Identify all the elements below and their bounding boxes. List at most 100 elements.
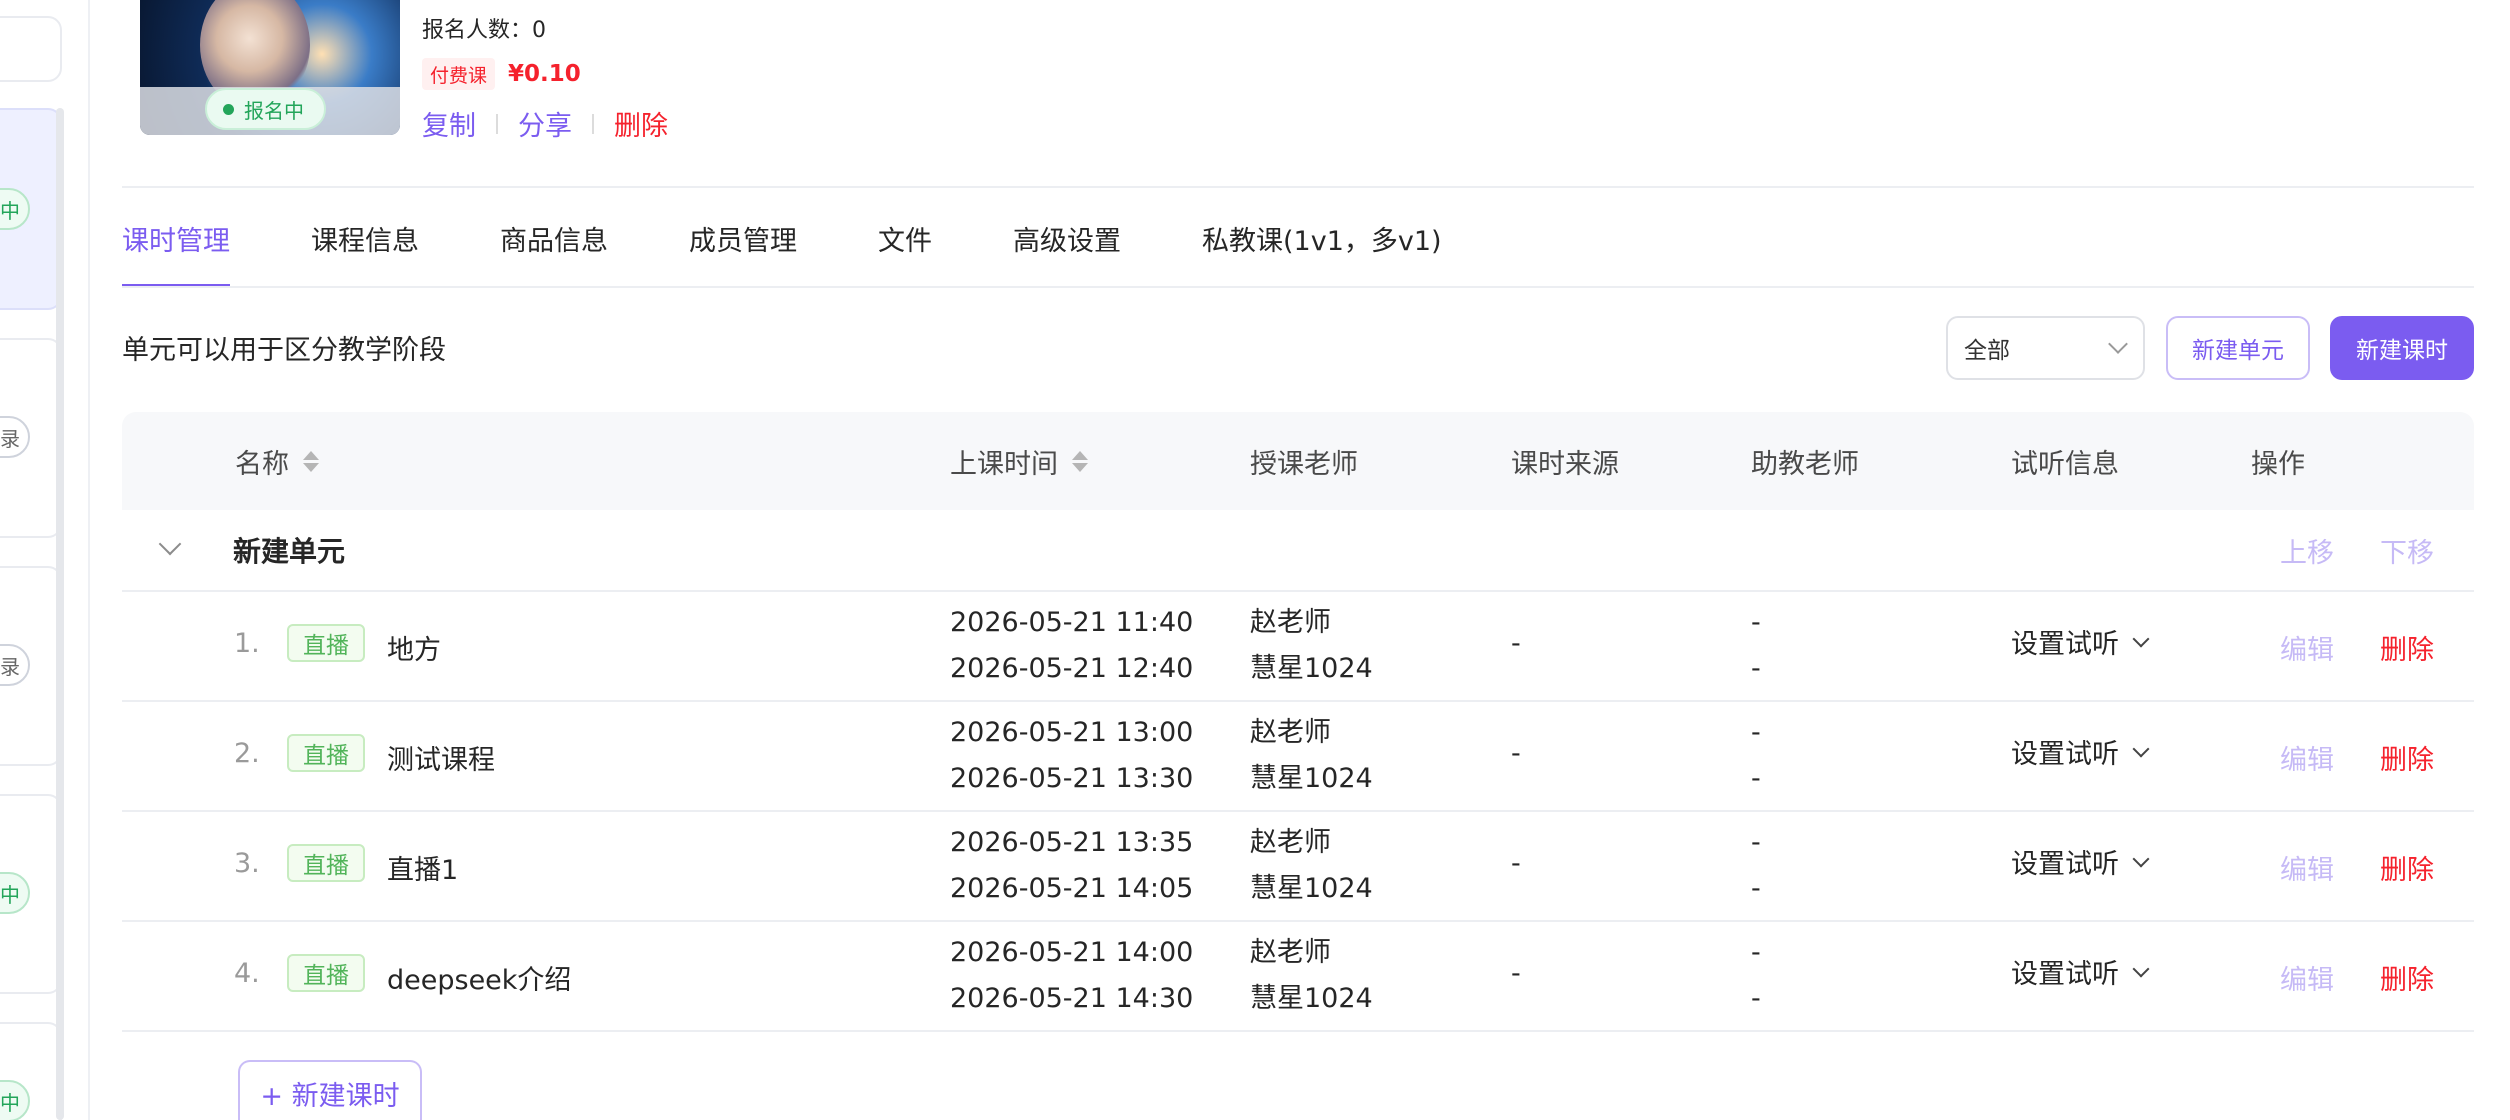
lesson-title[interactable]: 直播1 xyxy=(387,848,458,887)
course-list-sidebar: 中 录 录 中 中 xyxy=(0,0,90,1120)
start-time: 2026-05-21 13:35 xyxy=(950,827,1194,858)
lesson-teachers: 赵老师 慧星1024 xyxy=(1250,930,1373,1022)
divider xyxy=(122,286,2474,288)
row-index: 1. xyxy=(234,628,260,659)
move-up-button[interactable]: 上移 xyxy=(2280,531,2334,570)
end-time: 2026-05-21 14:30 xyxy=(950,983,1194,1014)
row-index: 4. xyxy=(234,958,260,989)
set-trial-label: 设置试听 xyxy=(2011,849,2119,880)
lesson-assistants: - - xyxy=(1751,600,1761,692)
set-trial-label: 设置试听 xyxy=(2011,959,2119,990)
start-time: 2026-05-21 13:00 xyxy=(950,717,1194,748)
unit-description: 单元可以用于区分教学阶段 xyxy=(122,335,446,366)
set-trial-label: 设置试听 xyxy=(2011,629,2119,660)
sort-icon[interactable] xyxy=(1072,450,1088,472)
lesson-time: 2026-05-21 11:40 2026-05-21 12:40 xyxy=(950,600,1193,692)
lesson-source: - xyxy=(1511,848,1521,879)
table-row: 4. 直播 deepseek介绍 2026-05-21 14:00 2026-0… xyxy=(122,922,2474,1032)
delete-button[interactable]: 删除 xyxy=(2380,958,2434,997)
header-assistant: 助教老师 xyxy=(1751,448,1859,480)
add-lesson-button[interactable]: + 新建课时 xyxy=(238,1060,422,1120)
table-header: 名称 上课时间 授课老师 课时来源 助教老师 试听信息 操作 xyxy=(122,412,2474,510)
unit-row xyxy=(122,510,2474,592)
lesson-time: 2026-05-21 13:00 2026-05-21 13:30 xyxy=(950,710,1193,802)
edit-button[interactable]: 编辑 xyxy=(2280,738,2334,777)
teacher-name: 慧星1024 xyxy=(1250,873,1373,904)
header-name[interactable]: 名称 xyxy=(235,412,319,510)
sidebar-scrollbar[interactable] xyxy=(56,108,64,1120)
tab-private-lessons[interactable]: 私教课(1v1，多v1) xyxy=(1202,188,1442,288)
set-trial-dropdown[interactable]: 设置试听 xyxy=(2011,732,2150,771)
chevron-down-icon xyxy=(2132,850,2150,867)
delete-button[interactable]: 删除 xyxy=(2380,738,2434,777)
move-down-button[interactable]: 下移 xyxy=(2380,531,2434,570)
teacher-name: 慧星1024 xyxy=(1250,763,1373,794)
assistant-name: - xyxy=(1751,873,1761,904)
delete-course-link[interactable]: 删除 xyxy=(614,104,668,143)
course-price: ¥0.10 xyxy=(508,61,581,87)
header-ops: 操作 xyxy=(2251,448,2305,480)
chevron-down-icon xyxy=(2132,630,2150,647)
chevron-down-icon xyxy=(2108,334,2128,354)
assistant-name: - xyxy=(1751,983,1761,1014)
divider xyxy=(496,113,498,134)
lesson-title[interactable]: 测试课程 xyxy=(387,738,495,777)
tab-files[interactable]: 文件 xyxy=(878,188,932,288)
teacher-name: 赵老师 xyxy=(1250,937,1331,968)
copy-link[interactable]: 复制 xyxy=(422,104,476,143)
lesson-title[interactable]: 地方 xyxy=(387,628,441,667)
course-tabs: 课时管理 课程信息 商品信息 成员管理 文件 高级设置 私教课(1v1，多v1) xyxy=(122,188,1523,288)
row-index: 2. xyxy=(234,738,260,769)
share-link[interactable]: 分享 xyxy=(518,104,572,143)
new-lesson-button[interactable]: 新建课时 xyxy=(2330,316,2474,380)
lesson-teachers: 赵老师 慧星1024 xyxy=(1250,820,1373,912)
lesson-assistants: - - xyxy=(1751,930,1761,1022)
assistant-name: - xyxy=(1751,827,1761,858)
teacher-name: 慧星1024 xyxy=(1250,653,1373,684)
lesson-time: 2026-05-21 13:35 2026-05-21 14:05 xyxy=(950,820,1193,912)
teacher-name: 赵老师 xyxy=(1250,607,1331,638)
tab-advanced-settings[interactable]: 高级设置 xyxy=(1013,188,1121,288)
table-row: 1. 直播 地方 2026-05-21 11:40 2026-05-21 12:… xyxy=(122,592,2474,702)
tab-product-info[interactable]: 商品信息 xyxy=(500,188,608,288)
unit-name: 新建单元 xyxy=(233,535,346,568)
teacher-name: 赵老师 xyxy=(1250,717,1331,748)
tab-course-info[interactable]: 课程信息 xyxy=(311,188,419,288)
header-name-label: 名称 xyxy=(235,448,289,480)
tab-member-management[interactable]: 成员管理 xyxy=(689,188,797,288)
set-trial-dropdown[interactable]: 设置试听 xyxy=(2011,952,2150,991)
live-tag: 直播 xyxy=(287,844,365,882)
unit-filter-select[interactable]: 全部 xyxy=(1946,316,2145,380)
set-trial-dropdown[interactable]: 设置试听 xyxy=(2011,842,2150,881)
tab-lesson-management[interactable]: 课时管理 xyxy=(122,188,230,288)
lesson-source: - xyxy=(1511,958,1521,989)
edit-button[interactable]: 编辑 xyxy=(2280,628,2334,667)
edit-button[interactable]: 编辑 xyxy=(2280,958,2334,997)
sort-icon[interactable] xyxy=(303,450,319,472)
lesson-title[interactable]: deepseek介绍 xyxy=(387,958,571,997)
assistant-name: - xyxy=(1751,607,1761,638)
paid-course-tag: 付费课 xyxy=(422,58,496,90)
chevron-down-icon xyxy=(2132,960,2150,977)
status-badge: 报名中 xyxy=(205,88,326,130)
sidebar-search-box[interactable] xyxy=(0,16,62,82)
live-tag: 直播 xyxy=(287,734,365,772)
teacher-name: 慧星1024 xyxy=(1250,983,1373,1014)
header-source: 课时来源 xyxy=(1511,448,1619,480)
header-time[interactable]: 上课时间 xyxy=(950,412,1088,510)
start-time: 2026-05-21 11:40 xyxy=(950,607,1194,638)
header-teacher: 授课老师 xyxy=(1250,448,1358,480)
end-time: 2026-05-21 12:40 xyxy=(950,653,1194,684)
lesson-teachers: 赵老师 慧星1024 xyxy=(1250,710,1373,802)
delete-button[interactable]: 删除 xyxy=(2380,848,2434,887)
assistant-name: - xyxy=(1751,937,1761,968)
enroll-count: 报名人数：0 xyxy=(422,18,546,43)
status-text: 报名中 xyxy=(244,98,304,123)
set-trial-label: 设置试听 xyxy=(2011,739,2119,770)
lesson-teachers: 赵老师 慧星1024 xyxy=(1250,600,1373,692)
lesson-source: - xyxy=(1511,738,1521,769)
set-trial-dropdown[interactable]: 设置试听 xyxy=(2011,622,2150,661)
new-unit-button[interactable]: 新建单元 xyxy=(2166,316,2310,380)
delete-button[interactable]: 删除 xyxy=(2380,628,2434,667)
edit-button[interactable]: 编辑 xyxy=(2280,848,2334,887)
